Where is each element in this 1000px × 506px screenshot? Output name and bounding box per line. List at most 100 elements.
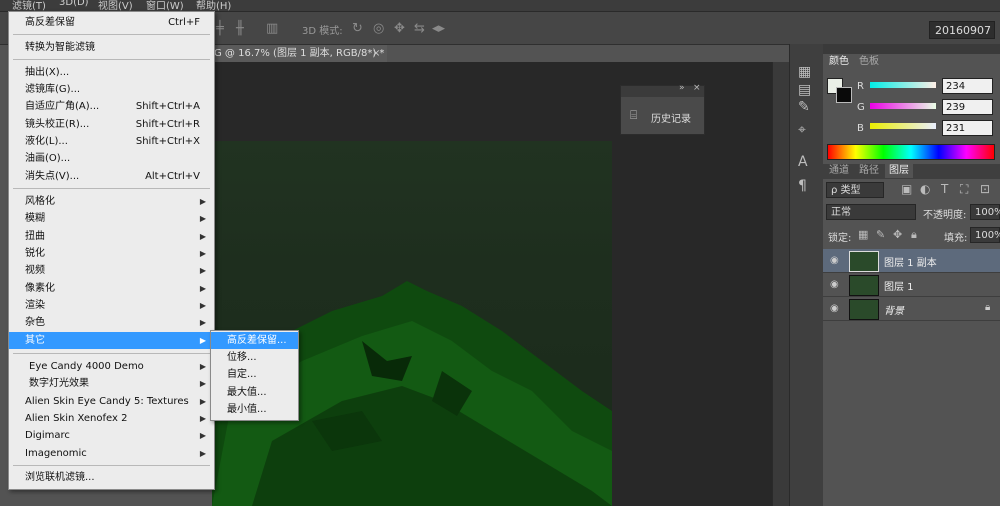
layer-name[interactable]: 图层 1 [884, 278, 914, 293]
visibility-eye-icon[interactable]: ◉ [830, 279, 839, 290]
green-value[interactable]: 239 [942, 99, 993, 115]
menu-item-noise[interactable]: 杂色 ▶ [9, 314, 214, 331]
layer-row[interactable]: ◉ 图层 1 [823, 273, 1000, 297]
filter-smart-object-icon[interactable]: ⊡ [980, 182, 990, 196]
submenu-item-offset[interactable]: 位移... [211, 349, 298, 366]
filter-menu: 高反差保留 Ctrl+F 转换为智能滤镜 抽出(X)... 滤镜库(G)... 自… [8, 11, 215, 490]
submenu-item-custom[interactable]: 自定... [211, 366, 298, 383]
filter-shape-icon[interactable]: ⛶ [960, 182, 968, 197]
lock-pixels-icon[interactable]: ✎ [876, 228, 885, 241]
menu-3d[interactable]: 3D(D) [59, 0, 89, 8]
menu-item-digimarc[interactable]: Digimarc ▶ [9, 427, 214, 444]
menu-item-browse-online-filters[interactable]: 浏览联机滤镜... [9, 469, 214, 486]
3d-scale-icon[interactable]: ◂▸ [432, 21, 445, 36]
menu-item-vanishing-point[interactable]: 消失点(V)... Alt+Ctrl+V [9, 168, 214, 185]
3d-pan-icon[interactable]: ✥ [394, 21, 405, 36]
menu-item-oil-paint[interactable]: 油画(O)... [9, 150, 214, 167]
submenu-arrow-icon: ▶ [199, 318, 206, 327]
submenu-arrow-icon: ▶ [199, 197, 206, 206]
brush-presets-icon[interactable]: ✎ [798, 99, 810, 115]
tab-color[interactable]: 颜色 [825, 55, 853, 69]
filter-type-icon[interactable]: T [941, 182, 948, 196]
blue-slider[interactable] [870, 123, 936, 129]
workspace-selector[interactable]: 20160907 [929, 21, 995, 39]
menu-item-stylize[interactable]: 风格化 ▶ [9, 193, 214, 210]
tab-paths[interactable]: 路径 [855, 164, 883, 178]
lock-transparent-icon[interactable]: ▦ [858, 228, 868, 241]
history-panel-title[interactable]: 历史记录 [651, 110, 691, 125]
swatches-icon[interactable]: ▤ [798, 82, 811, 98]
fill-input[interactable]: 100% [970, 227, 1000, 243]
menu-item-liquify[interactable]: 液化(L)... Shift+Ctrl+X [9, 133, 214, 150]
menu-item-sharpen[interactable]: 锐化 ▶ [9, 245, 214, 262]
blend-mode-select[interactable]: 正常 [826, 204, 916, 220]
background-color-swatch[interactable] [836, 87, 852, 103]
visibility-eye-icon[interactable]: ◉ [830, 303, 839, 314]
submenu-item-high-pass[interactable]: 高反差保留... [211, 332, 298, 349]
visibility-eye-icon[interactable]: ◉ [830, 255, 839, 266]
menu-item-filter-gallery[interactable]: 滤镜库(G)... [9, 81, 214, 98]
paragraph-icon[interactable]: ¶ [798, 178, 807, 194]
menu-item-digital-lighting[interactable]: 数字灯光效果 ▶ [9, 375, 214, 392]
menu-item-video[interactable]: 视频 ▶ [9, 262, 214, 279]
lock-position-icon[interactable]: ✥ [893, 228, 902, 241]
menu-item-xenofex[interactable]: Alien Skin Xenofex 2 ▶ [9, 410, 214, 427]
opacity-input[interactable]: 100% [970, 204, 1000, 220]
menu-item-other[interactable]: 其它 ▶ [9, 332, 214, 349]
submenu-item-minimum[interactable]: 最小值... [211, 401, 298, 418]
canvas-image[interactable] [212, 141, 612, 506]
tab-channels[interactable]: 通道 [825, 164, 853, 178]
green-slider[interactable] [870, 103, 936, 109]
3d-rotate-icon[interactable]: ↻ [352, 21, 363, 36]
submenu-arrow-icon: ▶ [199, 301, 206, 310]
menu-item-convert-smart-filter[interactable]: 转换为智能滤镜 [9, 39, 214, 56]
submenu-arrow-icon: ▶ [199, 232, 206, 241]
menu-item-eye-candy-5[interactable]: Alien Skin Eye Candy 5: Textures ▶ [9, 393, 214, 410]
menu-item-blur[interactable]: 模糊 ▶ [9, 210, 214, 227]
layer-filter-kind[interactable]: ρ 类型 [826, 182, 884, 198]
filter-pixel-icon[interactable]: ▣ [901, 182, 912, 196]
menu-separator [13, 353, 210, 354]
history-icon[interactable]: ⌸ [630, 108, 637, 123]
submenu-item-maximum[interactable]: 最大值... [211, 384, 298, 401]
layer-row[interactable]: ◉ 背景 🔒︎ [823, 297, 1000, 321]
menu-item-extract[interactable]: 抽出(X)... [9, 64, 214, 81]
layer-name[interactable]: 图层 1 副本 [884, 254, 937, 269]
distribute-icon[interactable]: ╫ [236, 21, 244, 36]
close-icon[interactable]: × [372, 45, 380, 62]
submenu-arrow-icon: ▶ [199, 214, 206, 223]
red-slider[interactable] [870, 82, 936, 88]
menu-item-distort[interactable]: 扭曲 ▶ [9, 228, 214, 245]
character-icon[interactable]: A [798, 154, 808, 170]
lock-label: 锁定: [828, 233, 852, 244]
menu-item-render[interactable]: 渲染 ▶ [9, 297, 214, 314]
layer-name[interactable]: 背景 [884, 302, 904, 317]
vertical-scrollbar[interactable] [772, 62, 789, 506]
menu-item-adaptive-wide-angle[interactable]: 自适应广角(A)... Shift+Ctrl+A [9, 98, 214, 115]
3d-roll-icon[interactable]: ◎ [373, 21, 384, 36]
layer-lock-icon: 🔒︎ [985, 302, 991, 313]
arrange-icon[interactable]: ▥ [266, 21, 278, 36]
lock-all-icon[interactable]: 🔒︎ [911, 228, 917, 242]
blue-value[interactable]: 231 [942, 120, 993, 136]
panel-close-icon[interactable]: × [693, 83, 701, 93]
menu-item-eye-candy-4000[interactable]: Eye Candy 4000 Demo ▶ [9, 358, 214, 375]
menu-item-lens-correction[interactable]: 镜头校正(R)... Shift+Ctrl+R [9, 116, 214, 133]
align-icon[interactable]: ╪ [216, 21, 224, 36]
tab-swatches[interactable]: 色板 [855, 55, 883, 69]
3d-slide-icon[interactable]: ⇆ [414, 21, 425, 36]
submenu-arrow-icon: ▶ [199, 414, 206, 423]
menu-item-pixelate[interactable]: 像素化 ▶ [9, 280, 214, 297]
filter-adjustment-icon[interactable]: ◐ [920, 182, 930, 196]
layer-row[interactable]: ◉ 图层 1 副本 [823, 249, 1000, 273]
menu-item-last-filter[interactable]: 高反差保留 Ctrl+F [9, 14, 214, 31]
red-value[interactable]: 234 [942, 78, 993, 94]
panel-collapse-icon[interactable]: » [679, 83, 685, 93]
color-spectrum[interactable] [827, 144, 995, 160]
history-panel-header[interactable]: » × [621, 83, 704, 97]
adjustments-icon[interactable]: ⌖ [798, 122, 806, 138]
menu-item-imagenomic[interactable]: Imagenomic ▶ [9, 445, 214, 462]
tab-layers[interactable]: 图层 [885, 164, 913, 178]
color-palette-icon[interactable]: ▦ [798, 64, 811, 80]
document-tab[interactable]: G @ 16.7% (图层 1 副本, RGB/8*) * [212, 45, 387, 62]
